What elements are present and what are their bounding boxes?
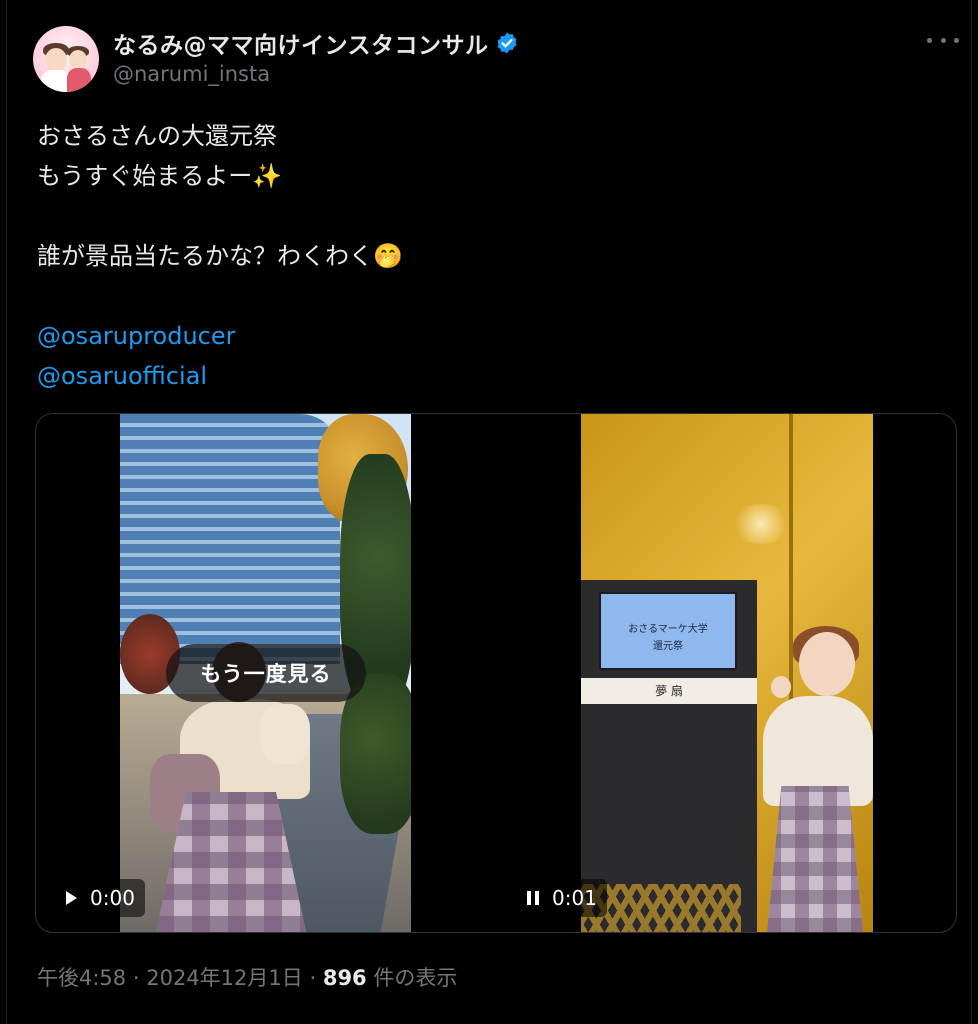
tweet-card: なるみ@ママ向けインスタコンサル @narumi_insta おさるさんの大還元… <box>6 0 972 1024</box>
video-control-left[interactable]: 0:00 <box>52 879 145 917</box>
more-options-icon[interactable] <box>927 28 959 52</box>
person-figure <box>771 676 791 698</box>
tweet-meta: 午後4:58 · 2024年12月1日 · 896 件の表示 <box>37 962 457 992</box>
author-name-row[interactable]: なるみ@ママ向けインスタコンサル <box>113 26 519 60</box>
scene-name-plate: 夢 扇 <box>581 678 757 704</box>
media-container[interactable]: おさるマーケ大学 還元祭 夢 扇 もう一度見る 0:00 0:01 <box>35 413 957 933</box>
verified-badge-icon <box>497 32 517 54</box>
mention-link[interactable]: @osaruproducer <box>37 316 937 356</box>
person-figure <box>767 786 863 932</box>
avatar-face <box>45 48 67 72</box>
dot <box>940 37 946 43</box>
avatar[interactable] <box>33 26 99 92</box>
video-time: 0:00 <box>90 886 135 910</box>
tweet-line: おさるさんの大還元祭 <box>37 122 277 150</box>
video-time: 0:01 <box>552 886 597 910</box>
video-right[interactable]: おさるマーケ大学 還元祭 夢 扇 <box>581 414 873 932</box>
dot <box>927 37 932 43</box>
dot <box>954 37 959 43</box>
avatar-body <box>67 68 91 92</box>
author-display-name[interactable]: なるみ@ママ向けインスタコンサル <box>113 26 489 60</box>
person-figure <box>799 632 855 696</box>
person-figure <box>260 704 310 764</box>
author-handle[interactable]: @narumi_insta <box>113 62 270 86</box>
tweet-line: もうすぐ始まるよー✨ <box>37 162 283 190</box>
play-icon[interactable] <box>62 889 80 907</box>
views-count: 896 <box>322 966 367 990</box>
screen-text: 還元祭 <box>653 641 683 652</box>
pause-icon[interactable] <box>524 889 542 907</box>
tweet-line: 誰が景品当たるかな？わくわく🤭 <box>37 242 403 270</box>
post-date[interactable]: 2024年12月1日 <box>146 966 303 990</box>
plate-text: 夢 扇 <box>655 684 683 698</box>
video-control-right[interactable]: 0:01 <box>514 879 607 917</box>
post-time[interactable]: 午後4:58 <box>37 966 126 990</box>
separator: · <box>132 966 140 990</box>
mention-link[interactable]: @osaruofficial <box>37 356 937 396</box>
tweet-text: おさるさんの大還元祭 もうすぐ始まるよー✨ 誰が景品当たるかな？わくわく🤭 @o… <box>37 116 937 396</box>
views-label: 件の表示 <box>373 966 458 990</box>
screen-text: おさるマーケ大学 <box>628 624 708 635</box>
replay-button[interactable]: もう一度見る <box>166 644 366 702</box>
avatar-face <box>69 50 87 70</box>
scene-light <box>731 504 791 544</box>
scene-display-screen: おさるマーケ大学 還元祭 <box>599 592 737 670</box>
separator: · <box>309 966 317 990</box>
